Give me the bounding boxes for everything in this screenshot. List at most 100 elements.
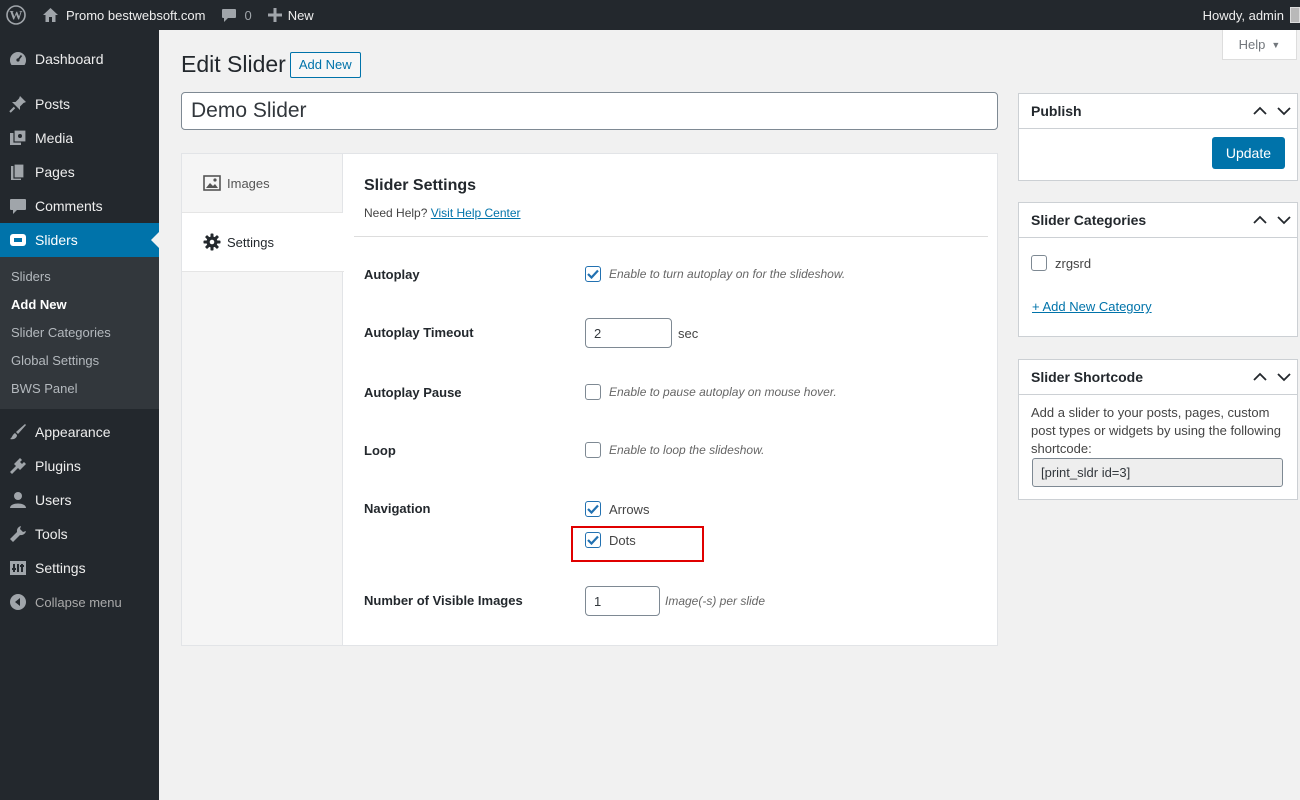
tab-settings[interactable]: Settings bbox=[182, 213, 344, 272]
shortcode-header: Slider Shortcode bbox=[1019, 360, 1297, 395]
menu-label: Posts bbox=[35, 96, 71, 112]
add-new-category-link[interactable]: + Add New Category bbox=[1032, 299, 1152, 314]
greeting: Howdy, admin bbox=[1202, 7, 1284, 23]
menu-pages[interactable]: Pages bbox=[0, 155, 159, 189]
plug-icon bbox=[8, 456, 28, 476]
menu-sliders[interactable]: Sliders bbox=[0, 223, 159, 257]
slider-categories-box: Slider Categories zrgsrd + Add New Categ… bbox=[1018, 202, 1298, 337]
settings-tabs: Images Settings bbox=[182, 154, 344, 645]
slider-shortcode-box: Slider Shortcode Add a slider to your po… bbox=[1018, 359, 1298, 500]
shortcode-value: [print_sldr id=3] bbox=[1041, 465, 1131, 480]
autoplay-pause-description: Enable to pause autoplay on mouse hover. bbox=[609, 385, 837, 399]
settings-icon bbox=[8, 558, 28, 578]
shortcode-title: Slider Shortcode bbox=[1031, 369, 1144, 385]
publish-box: Publish Update bbox=[1018, 93, 1298, 181]
update-button[interactable]: Update bbox=[1211, 137, 1285, 169]
comment-icon bbox=[8, 196, 28, 216]
avatar bbox=[1290, 7, 1300, 23]
slider-icon bbox=[8, 230, 28, 250]
menu-tools[interactable]: Tools bbox=[0, 517, 159, 551]
wrench-icon bbox=[8, 524, 28, 544]
menu-dashboard[interactable]: Dashboard bbox=[0, 42, 159, 76]
menu-comments[interactable]: Comments bbox=[0, 189, 159, 223]
shortcode-input[interactable]: [print_sldr id=3] bbox=[1032, 458, 1283, 487]
gear-icon bbox=[203, 233, 221, 251]
menu-users[interactable]: Users bbox=[0, 483, 159, 517]
my-account[interactable]: Howdy, admin bbox=[1195, 0, 1300, 30]
menu-posts[interactable]: Posts bbox=[0, 87, 159, 121]
menu-appearance[interactable]: Appearance bbox=[0, 415, 159, 449]
shortcode-description: Add a slider to your posts, pages, custo… bbox=[1031, 405, 1282, 456]
category-label: zrgsrd bbox=[1055, 255, 1092, 271]
plus-icon bbox=[267, 8, 282, 22]
box-controls bbox=[1253, 213, 1291, 227]
chevron-up-icon[interactable] bbox=[1253, 104, 1267, 118]
slider-title-value: Demo Slider bbox=[191, 99, 307, 122]
submenu-slider-categories[interactable]: Slider Categories bbox=[0, 318, 159, 346]
loop-label: Loop bbox=[364, 443, 396, 458]
navigation-arrows-field: Arrows bbox=[585, 501, 649, 517]
comments-link[interactable]: 0 bbox=[213, 0, 259, 30]
submenu-sliders[interactable]: Sliders bbox=[0, 262, 159, 290]
chevron-up-icon[interactable] bbox=[1253, 213, 1267, 227]
menu-media[interactable]: Media bbox=[0, 121, 159, 155]
loop-checkbox[interactable] bbox=[585, 442, 601, 458]
visible-images-field: 1 Image(-s) per slide bbox=[585, 586, 765, 616]
categories-header: Slider Categories bbox=[1019, 203, 1297, 238]
arrows-label: Arrows bbox=[609, 501, 650, 517]
collapse-menu-button[interactable]: Collapse menu bbox=[0, 585, 159, 619]
menu-label: Pages bbox=[35, 164, 75, 180]
svg-text:W: W bbox=[10, 8, 23, 23]
autoplay-pause-field: Enable to pause autoplay on mouse hover. bbox=[585, 384, 837, 400]
visible-images-input[interactable]: 1 bbox=[585, 586, 660, 616]
chevron-down-icon[interactable] bbox=[1277, 213, 1291, 227]
site-name-link[interactable]: Promo bestwebsoft.com bbox=[34, 0, 213, 30]
autoplay-pause-checkbox[interactable] bbox=[585, 384, 601, 400]
menu-settings[interactable]: Settings bbox=[0, 551, 159, 585]
menu-label: Dashboard bbox=[35, 51, 104, 67]
page-heading: Edit Slider bbox=[181, 51, 286, 77]
arrows-checkbox[interactable] bbox=[585, 501, 601, 517]
submenu-global-settings[interactable]: Global Settings bbox=[0, 346, 159, 374]
add-new-button[interactable]: Add New bbox=[289, 51, 361, 78]
sliders-submenu: Sliders Add New Slider Categories Global… bbox=[0, 257, 159, 409]
timeout-value: 2 bbox=[594, 325, 602, 341]
submenu-bws-panel[interactable]: BWS Panel bbox=[0, 374, 159, 402]
slider-settings-box: Images Settings Slider Settings Need Hel… bbox=[181, 153, 998, 646]
help-tab-button[interactable]: Help ▼ bbox=[1222, 30, 1297, 60]
autoplay-timeout-field: 2 sec bbox=[585, 318, 698, 348]
timeout-unit: sec bbox=[678, 325, 699, 341]
wordpress-logo-icon[interactable]: W bbox=[0, 0, 34, 30]
need-help-text: Need Help? bbox=[364, 206, 428, 220]
category-checkbox[interactable] bbox=[1031, 255, 1047, 271]
visible-images-value: 1 bbox=[594, 593, 602, 609]
autoplay-checkbox[interactable] bbox=[585, 266, 601, 282]
chevron-down-icon[interactable] bbox=[1277, 370, 1291, 384]
chevron-down-icon[interactable] bbox=[1277, 104, 1291, 118]
dots-highlight-box bbox=[571, 526, 704, 562]
slider-title-input[interactable]: Demo Slider bbox=[181, 92, 998, 130]
submenu-add-new[interactable]: Add New bbox=[0, 290, 159, 318]
collapse-arrow-icon bbox=[8, 592, 28, 612]
caret-down-icon: ▼ bbox=[1271, 39, 1281, 50]
media-icon bbox=[8, 128, 28, 148]
tab-images[interactable]: Images bbox=[182, 154, 342, 213]
brush-icon bbox=[8, 422, 28, 442]
pin-icon bbox=[8, 94, 28, 114]
new-label: New bbox=[287, 7, 314, 23]
menu-label: Appearance bbox=[35, 424, 111, 440]
chevron-up-icon[interactable] bbox=[1253, 370, 1267, 384]
new-content-link[interactable]: New bbox=[260, 0, 322, 30]
menu-plugins[interactable]: Plugins bbox=[0, 449, 159, 483]
category-item: zrgsrd bbox=[1031, 255, 1091, 271]
visible-images-label: Number of Visible Images bbox=[364, 593, 523, 608]
categories-title: Slider Categories bbox=[1031, 212, 1147, 228]
autoplay-timeout-input[interactable]: 2 bbox=[585, 318, 672, 348]
help-center-link[interactable]: Visit Help Center bbox=[431, 206, 521, 220]
loop-field: Enable to loop the slideshow. bbox=[585, 442, 764, 458]
home-icon bbox=[42, 7, 59, 23]
pages-icon bbox=[8, 162, 28, 182]
box-controls bbox=[1253, 104, 1291, 118]
publish-title: Publish bbox=[1031, 103, 1082, 119]
user-icon bbox=[8, 490, 28, 510]
